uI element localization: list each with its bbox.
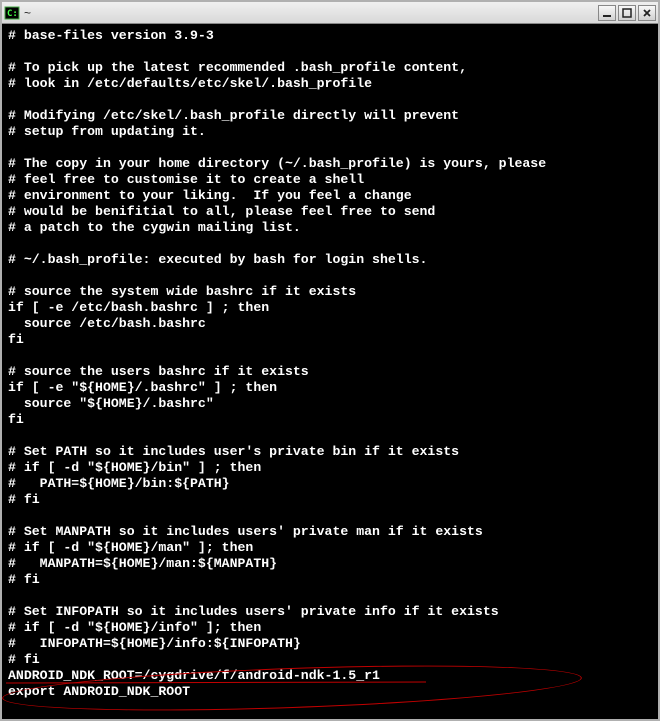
terminal-line: # would be benifitial to all, please fee… bbox=[8, 204, 652, 220]
window-controls bbox=[598, 5, 656, 21]
terminal-window: C: ~ # base-files version 3.9-3 # To pic… bbox=[0, 0, 660, 721]
terminal-line: # fi bbox=[8, 572, 652, 588]
terminal-line: # MANPATH=${HOME}/man:${MANPATH} bbox=[8, 556, 652, 572]
svg-text:C:: C: bbox=[7, 9, 18, 19]
terminal-content[interactable]: # base-files version 3.9-3 # To pick up … bbox=[2, 24, 658, 719]
terminal-line: # The copy in your home directory (~/.ba… bbox=[8, 156, 652, 172]
terminal-line bbox=[8, 428, 652, 444]
terminal-line: # fi bbox=[8, 492, 652, 508]
terminal-line: # source the system wide bashrc if it ex… bbox=[8, 284, 652, 300]
terminal-line bbox=[8, 236, 652, 252]
terminal-line: fi bbox=[8, 412, 652, 428]
terminal-line: # Set PATH so it includes user's private… bbox=[8, 444, 652, 460]
terminal-line bbox=[8, 508, 652, 524]
terminal-line bbox=[8, 140, 652, 156]
terminal-line: # feel free to customise it to create a … bbox=[8, 172, 652, 188]
window-title: ~ bbox=[24, 6, 598, 20]
terminal-line: # PATH=${HOME}/bin:${PATH} bbox=[8, 476, 652, 492]
terminal-line: ANDROID_NDK_ROOT=/cygdrive/f/android-ndk… bbox=[8, 668, 652, 684]
terminal-line: if [ -e "${HOME}/.bashrc" ] ; then bbox=[8, 380, 652, 396]
terminal-line: # if [ -d "${HOME}/man" ]; then bbox=[8, 540, 652, 556]
terminal-line: # source the users bashrc if it exists bbox=[8, 364, 652, 380]
terminal-line: # To pick up the latest recommended .bas… bbox=[8, 60, 652, 76]
maximize-button[interactable] bbox=[618, 5, 636, 21]
terminal-line: fi bbox=[8, 332, 652, 348]
terminal-line: # environment to your liking. If you fee… bbox=[8, 188, 652, 204]
titlebar[interactable]: C: ~ bbox=[2, 2, 658, 24]
terminal-line: if [ -e /etc/bash.bashrc ] ; then bbox=[8, 300, 652, 316]
terminal-line bbox=[8, 92, 652, 108]
terminal-line bbox=[8, 588, 652, 604]
app-icon: C: bbox=[4, 5, 20, 21]
terminal-line: # if [ -d "${HOME}/info" ]; then bbox=[8, 620, 652, 636]
terminal-line: # INFOPATH=${HOME}/info:${INFOPATH} bbox=[8, 636, 652, 652]
terminal-line: # if [ -d "${HOME}/bin" ] ; then bbox=[8, 460, 652, 476]
terminal-line: # ~/.bash_profile: executed by bash for … bbox=[8, 252, 652, 268]
terminal-line: # Set MANPATH so it includes users' priv… bbox=[8, 524, 652, 540]
close-button[interactable] bbox=[638, 5, 656, 21]
terminal-line: export ANDROID_NDK_ROOT bbox=[8, 684, 652, 700]
terminal-line: # base-files version 3.9-3 bbox=[8, 28, 652, 44]
terminal-line: # setup from updating it. bbox=[8, 124, 652, 140]
terminal-line: # fi bbox=[8, 652, 652, 668]
terminal-line: # Set INFOPATH so it includes users' pri… bbox=[8, 604, 652, 620]
minimize-button[interactable] bbox=[598, 5, 616, 21]
terminal-line: # look in /etc/defaults/etc/skel/.bash_p… bbox=[8, 76, 652, 92]
terminal-line bbox=[8, 348, 652, 364]
terminal-line: source /etc/bash.bashrc bbox=[8, 316, 652, 332]
terminal-line: # a patch to the cygwin mailing list. bbox=[8, 220, 652, 236]
terminal-line bbox=[8, 44, 652, 60]
terminal-line: # Modifying /etc/skel/.bash_profile dire… bbox=[8, 108, 652, 124]
terminal-line bbox=[8, 268, 652, 284]
terminal-line: source "${HOME}/.bashrc" bbox=[8, 396, 652, 412]
